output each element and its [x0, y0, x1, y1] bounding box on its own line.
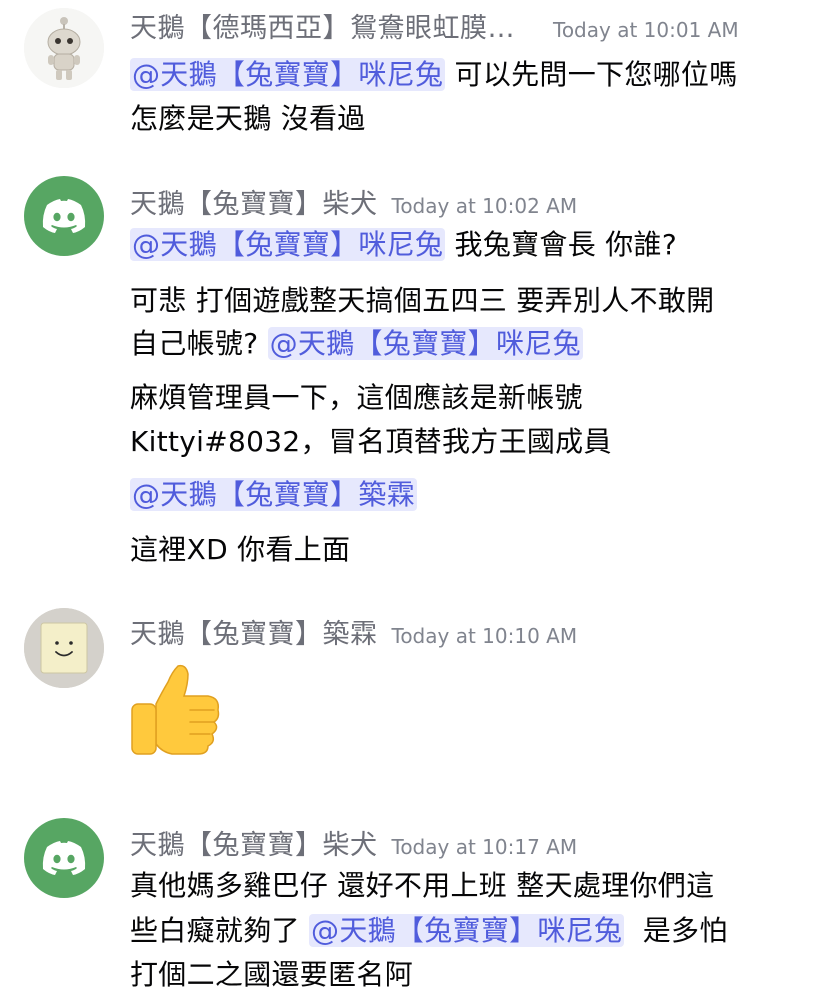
message-text: 些白癡就夠了 — [130, 914, 310, 947]
message-text: 是多怕 — [624, 914, 728, 947]
user-avatar[interactable] — [24, 818, 104, 898]
message-text: 打個二之國還要匿名阿 — [130, 958, 414, 991]
message-line: 真他媽多雞巴仔 還好不用上班 整天處理你們這 — [130, 864, 714, 904]
message-group-4: 天鵝【兔寶寶】柴犬 Today at 10:17 AM 真他媽多雞巴仔 還好不用上… — [0, 0, 828, 1004]
username[interactable]: 天鵝【兔寶寶】柴犬 — [130, 830, 378, 861]
message-header: 天鵝【兔寶寶】柴犬 Today at 10:17 AM — [130, 823, 577, 862]
timestamp[interactable]: Today at 10:17 AM — [392, 835, 578, 859]
discord-logo-icon — [42, 841, 86, 875]
message-line: 打個二之國還要匿名阿 — [130, 953, 413, 993]
user-mention[interactable]: @天鵝【兔寶寶】咪尼兔 — [309, 914, 625, 947]
message-line: 些白癡就夠了 @天鵝【兔寶寶】咪尼兔 是多怕 — [130, 909, 728, 949]
message-text: 真他媽多雞巴仔 還好不用上班 整天處理你們這 — [130, 869, 715, 902]
